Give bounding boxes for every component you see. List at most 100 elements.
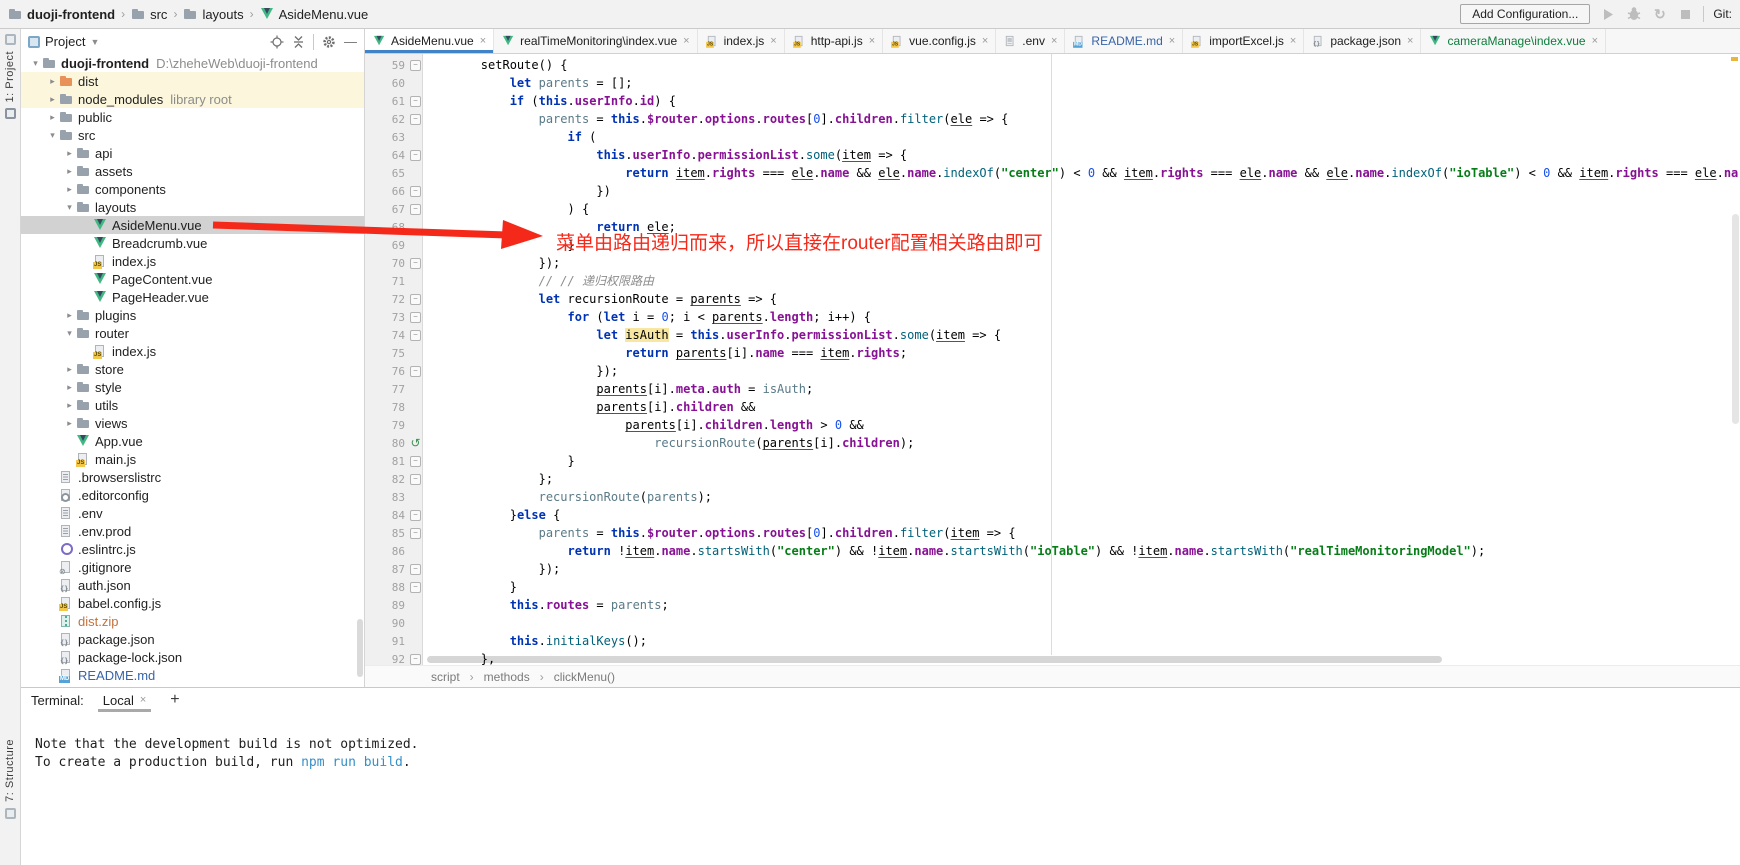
close-tab-icon[interactable]: × (480, 35, 486, 47)
code-line[interactable]: ) { (423, 200, 1740, 218)
tree-item[interactable]: ▸api (21, 144, 364, 162)
gutter-line[interactable]: 88− (365, 578, 422, 596)
code-line[interactable]: recursionRoute(parents); (423, 488, 1740, 506)
code-line[interactable]: }else { (423, 506, 1740, 524)
code-line[interactable]: }); (423, 362, 1740, 380)
gutter-line[interactable]: 87− (365, 560, 422, 578)
project-panel-title[interactable]: Project (45, 34, 85, 49)
gutter-line[interactable]: 66− (365, 182, 422, 200)
chevron-collapsed-icon[interactable]: ▸ (63, 148, 76, 159)
chevron-down-icon[interactable]: ▼ (90, 37, 99, 47)
gutter-line[interactable]: 91 (365, 632, 422, 650)
close-tab-icon[interactable]: × (683, 35, 689, 47)
fold-marker[interactable]: − (409, 146, 422, 164)
add-configuration-button[interactable]: Add Configuration... (1460, 4, 1590, 24)
tree-item[interactable]: PageContent.vue (21, 270, 364, 288)
code-line[interactable]: parents = this.$router.options.routes[0]… (423, 524, 1740, 542)
code-line[interactable]: }) (423, 182, 1740, 200)
gutter-line[interactable]: 86 (365, 542, 422, 560)
tree-item[interactable]: .editorconfig (21, 486, 364, 504)
gutter-line[interactable]: 71 (365, 272, 422, 290)
chevron-collapsed-icon[interactable]: ▸ (63, 310, 76, 321)
run-icon[interactable] (1599, 6, 1616, 22)
code-line[interactable] (423, 614, 1740, 632)
locate-file-icon[interactable] (270, 35, 284, 49)
fold-marker[interactable]: − (409, 182, 422, 200)
code-line[interactable]: } (423, 452, 1740, 470)
gutter-line[interactable]: 70− (365, 254, 422, 272)
gutter-line[interactable]: 83 (365, 488, 422, 506)
stop-icon[interactable] (1677, 6, 1694, 22)
gutter-line[interactable]: 92− (365, 650, 422, 665)
gutter-line[interactable]: 72− (365, 290, 422, 308)
gutter-line[interactable]: 62− (365, 110, 422, 128)
breadcrumb-item[interactable]: duoji-frontend (8, 7, 115, 22)
fold-marker[interactable]: − (409, 470, 422, 488)
tree-item[interactable]: main.js (21, 450, 364, 468)
debug-icon[interactable] (1625, 6, 1642, 22)
editor-tab[interactable]: README.md× (1065, 29, 1183, 53)
code-line[interactable]: let parents = []; (423, 74, 1740, 92)
code-line[interactable]: let recursionRoute = parents => { (423, 290, 1740, 308)
code-line[interactable]: parents[i].meta.auth = isAuth; (423, 380, 1740, 398)
chevron-collapsed-icon[interactable]: ▸ (63, 184, 76, 195)
gutter-line[interactable]: 84− (365, 506, 422, 524)
tree-item[interactable]: .env.prod (21, 522, 364, 540)
editor-tab[interactable]: index.js× (698, 29, 785, 53)
tree-item[interactable]: ▸store (21, 360, 364, 378)
gutter-line[interactable]: 78 (365, 398, 422, 416)
fold-marker[interactable]: − (409, 92, 422, 110)
tree-item[interactable]: ▾duoji-frontendD:\zheheWeb\duoji-fronten… (21, 54, 364, 72)
gutter-line[interactable]: 77 (365, 380, 422, 398)
fold-marker[interactable]: − (409, 452, 422, 470)
horizontal-scrollbar[interactable] (425, 656, 1726, 665)
chevron-collapsed-icon[interactable]: ▸ (46, 112, 59, 123)
collapse-all-icon[interactable] (292, 35, 305, 49)
gutter-line[interactable]: 65 (365, 164, 422, 182)
code-line[interactable]: parents = this.$router.options.routes[0]… (423, 110, 1740, 128)
tree-item[interactable]: ▸components (21, 180, 364, 198)
chevron-expanded-icon[interactable]: ▾ (46, 130, 59, 141)
editor-tab[interactable]: cameraManage\index.vue× (1421, 29, 1606, 53)
code-area[interactable]: setRoute() { let parents = []; if (this.… (423, 54, 1740, 665)
code-line[interactable]: parents[i].children.length > 0 && (423, 416, 1740, 434)
code-line[interactable]: if (this.userInfo.id) { (423, 92, 1740, 110)
tree-item[interactable]: ▸public (21, 108, 364, 126)
code-line[interactable]: // // 递归权限路由 (423, 272, 1740, 290)
code-line[interactable]: this.routes = parents; (423, 596, 1740, 614)
chevron-collapsed-icon[interactable]: ▸ (63, 418, 76, 429)
tree-item[interactable]: dist.zip (21, 612, 364, 630)
editor-tab[interactable]: realTimeMonitoring\index.vue× (494, 29, 697, 53)
gutter-line[interactable]: 61− (365, 92, 422, 110)
code-line[interactable]: }; (423, 470, 1740, 488)
tree-item[interactable]: ▸assets (21, 162, 364, 180)
tree-item[interactable]: README.md (21, 666, 364, 684)
code-line[interactable]: let isAuth = this.userInfo.permissionLis… (423, 326, 1740, 344)
chevron-collapsed-icon[interactable]: ▸ (63, 166, 76, 177)
tree-item[interactable]: App.vue (21, 432, 364, 450)
code-line[interactable]: recursionRoute(parents[i].children); (423, 434, 1740, 452)
tree-item[interactable]: PageHeader.vue (21, 288, 364, 306)
code-line[interactable]: this.userInfo.permissionList.some(item =… (423, 146, 1740, 164)
fold-marker[interactable]: − (409, 308, 422, 326)
tree-item[interactable]: auth.json (21, 576, 364, 594)
code-line[interactable]: parents[i].children && (423, 398, 1740, 416)
breadcrumb-clickmenu[interactable]: clickMenu() (554, 670, 615, 684)
chevron-expanded-icon[interactable]: ▾ (29, 58, 42, 69)
breadcrumb-item[interactable]: layouts (183, 7, 243, 22)
tree-item[interactable]: .gitignore (21, 558, 364, 576)
tree-item[interactable]: AsideMenu.vue (21, 216, 364, 234)
tree-item[interactable]: babel.config.js (21, 594, 364, 612)
tree-item[interactable]: Breadcrumb.vue (21, 234, 364, 252)
new-terminal-button[interactable]: + (165, 691, 184, 709)
tree-item[interactable]: ▾src (21, 126, 364, 144)
gutter-line[interactable]: 85− (365, 524, 422, 542)
chevron-collapsed-icon[interactable]: ▸ (63, 364, 76, 375)
tree-item[interactable]: .env (21, 504, 364, 522)
gutter-line[interactable]: 82− (365, 470, 422, 488)
tree-item[interactable]: .eslintrc.js (21, 540, 364, 558)
tree-scrollbar[interactable] (357, 619, 363, 677)
close-tab-icon[interactable]: × (1169, 35, 1175, 47)
editor-tab[interactable]: package.json× (1304, 29, 1421, 53)
terminal-tab-local[interactable]: Local × (98, 688, 152, 712)
